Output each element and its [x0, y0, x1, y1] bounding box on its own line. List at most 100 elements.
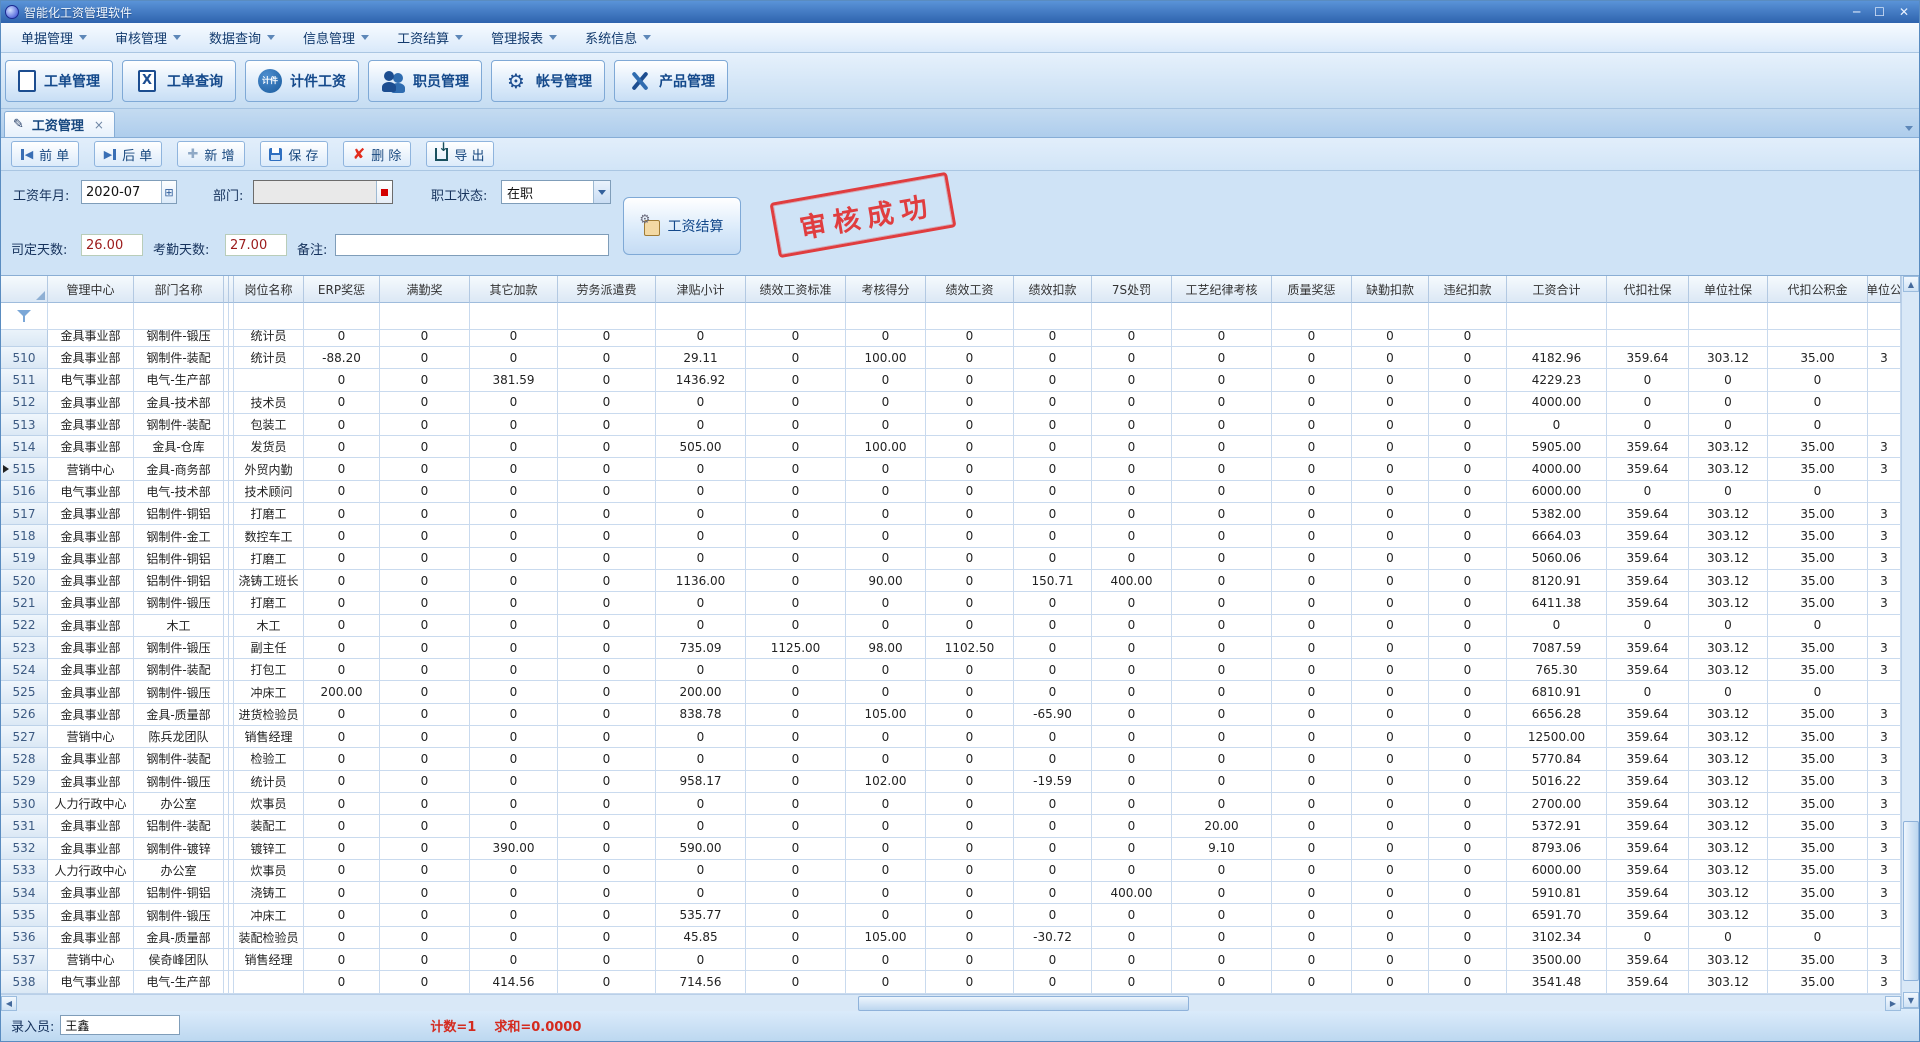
column-header-quality_bonus[interactable]: 质量奖惩: [1272, 276, 1352, 303]
filter-cell-perf_salary_std[interactable]: [746, 303, 846, 330]
department-input[interactable]: [253, 180, 393, 204]
toolbar-button-2[interactable]: 计件计件工资: [245, 60, 359, 102]
select-all-corner-icon[interactable]: [36, 291, 45, 300]
tab-salary-management[interactable]: ✎ 工资管理 ×: [4, 111, 115, 137]
column-header-absence_deduction[interactable]: 缺勤扣款: [1352, 276, 1429, 303]
table-row[interactable]: 537营销中心侯奇峰团队销售经理000000000000003500.00359…: [1, 949, 1901, 971]
vertical-scrollbar[interactable]: ▲ ▼: [1901, 276, 1919, 1008]
filter-cell-full_attendance_bonus[interactable]: [380, 303, 470, 330]
fixed-days-input[interactable]: [81, 234, 143, 256]
action-button-0[interactable]: 前 单: [11, 141, 79, 167]
tab-list-dropdown-icon[interactable]: [1905, 126, 1913, 131]
table-row[interactable]: 516电气事业部电气-技术部技术顾问000000000000006000.000…: [1, 481, 1901, 503]
table-row[interactable]: 534金具事业部铝制件-铜铝浇铸工000000000400.0000005910…: [1, 882, 1901, 904]
salary-settle-button[interactable]: 工资结算: [623, 197, 741, 255]
table-row[interactable]: 525金具事业部钢制件-锻压冲床工200.00000200.0000000000…: [1, 681, 1901, 703]
combo-dropdown-icon[interactable]: [593, 181, 610, 203]
toolbar-button-5[interactable]: 产品管理: [614, 60, 728, 102]
menu-item-6[interactable]: 系统信息: [575, 24, 661, 51]
column-header-assess_score[interactable]: 考核得分: [846, 276, 926, 303]
tab-close-icon[interactable]: ×: [92, 118, 106, 132]
scroll-left-icon[interactable]: ◀: [1, 996, 17, 1011]
table-row[interactable]: 520金具事业部铝制件-铜铝浇铸工班长00001136.00090.000150…: [1, 570, 1901, 592]
row-number-cell[interactable]: 524: [1, 659, 48, 681]
minimize-button[interactable]: ─: [1853, 1, 1860, 23]
row-number-cell[interactable]: 519: [1, 548, 48, 570]
row-number-cell[interactable]: 537: [1, 949, 48, 971]
row-number-cell[interactable]: [1, 330, 48, 347]
menu-item-3[interactable]: 信息管理: [293, 24, 379, 51]
column-header-rownum[interactable]: [1, 276, 48, 303]
table-row[interactable]: 515营销中心金具-商务部外贸内勤000000000000004000.0035…: [1, 458, 1901, 480]
scroll-down-icon[interactable]: ▼: [1903, 992, 1919, 1008]
table-row[interactable]: 531金具事业部铝制件-装配装配工000000000020.000005372.…: [1, 815, 1901, 837]
filter-cell-dept_name[interactable]: [134, 303, 224, 330]
table-row[interactable]: 518金具事业部钢制件-金工数控车工000000000000006664.033…: [1, 525, 1901, 547]
filter-cell-assess_score[interactable]: [846, 303, 926, 330]
row-number-cell[interactable]: 533: [1, 860, 48, 882]
toolbar-button-0[interactable]: 工单管理: [5, 60, 113, 102]
filter-cell-violation_deduction[interactable]: [1429, 303, 1507, 330]
column-header-allowance_subtotal[interactable]: 津贴小计: [656, 276, 746, 303]
column-header-s7_penalty[interactable]: 7S处罚: [1092, 276, 1172, 303]
filter-row-header-cell[interactable]: [1, 303, 48, 330]
remark-value[interactable]: [336, 235, 608, 255]
row-number-cell[interactable]: 526: [1, 704, 48, 726]
row-number-cell[interactable]: 513: [1, 414, 48, 436]
salary-month-input[interactable]: ⊞: [81, 180, 177, 204]
table-row[interactable]: 512金具事业部金具-技术部技术员000000000000004000.0000…: [1, 392, 1901, 414]
vertical-scroll-thumb[interactable]: [1903, 821, 1919, 981]
filter-cell-other_addition[interactable]: [470, 303, 558, 330]
row-number-cell[interactable]: 538: [1, 971, 48, 993]
menu-item-2[interactable]: 数据查询: [199, 24, 285, 51]
salary-month-value[interactable]: [82, 181, 161, 203]
row-number-cell[interactable]: 522: [1, 615, 48, 637]
row-number-cell[interactable]: 517: [1, 503, 48, 525]
row-number-cell[interactable]: 514: [1, 436, 48, 458]
row-number-cell[interactable]: 525: [1, 681, 48, 703]
filter-cell-craft_discipline_assess[interactable]: [1172, 303, 1272, 330]
employee-status-combobox[interactable]: 在职: [501, 180, 611, 204]
close-button[interactable]: ✕: [1899, 1, 1909, 23]
partial-table-row[interactable]: 金具事业部钢制件-锻压统计员00000000000000: [1, 330, 1901, 347]
column-header-fund_withheld[interactable]: 代扣公积金: [1768, 276, 1868, 303]
table-row[interactable]: 535金具事业部钢制件-锻压冲床工0000535.770000000006591…: [1, 904, 1901, 926]
table-row[interactable]: 523金具事业部钢制件-锻压副主任0000735.091125.0098.001…: [1, 637, 1901, 659]
row-number-cell[interactable]: 520: [1, 570, 48, 592]
column-header-fund_unit_partial[interactable]: 单位公: [1868, 276, 1901, 303]
action-button-1[interactable]: 后 单: [94, 141, 162, 167]
column-header-other_addition[interactable]: 其它加款: [470, 276, 558, 303]
row-number-cell[interactable]: 516: [1, 481, 48, 503]
row-number-cell[interactable]: 523: [1, 637, 48, 659]
column-header-perf_salary[interactable]: 绩效工资: [926, 276, 1014, 303]
column-header-labor_dispatch_fee[interactable]: 劳务派遣费: [558, 276, 656, 303]
menu-item-5[interactable]: 管理报表: [481, 24, 567, 51]
table-row[interactable]: 533人力行政中心办公室炊事员000000000000006000.00359.…: [1, 860, 1901, 882]
filter-cell-labor_dispatch_fee[interactable]: [558, 303, 656, 330]
attendance-days-input[interactable]: [225, 234, 287, 256]
column-header-dept_name[interactable]: 部门名称: [134, 276, 224, 303]
column-header-mgmt_center[interactable]: 管理中心: [48, 276, 134, 303]
filter-funnel-icon[interactable]: [17, 310, 31, 322]
table-row[interactable]: 536金具事业部金具-质量部装配检验员000045.850105.000-30.…: [1, 927, 1901, 949]
column-header-violation_deduction[interactable]: 违纪扣款: [1429, 276, 1507, 303]
row-number-cell[interactable]: 532: [1, 838, 48, 860]
scroll-right-icon[interactable]: ▶: [1885, 996, 1901, 1011]
table-row[interactable]: 519金具事业部铝制件-铜铝打磨工000000000000005060.0635…: [1, 548, 1901, 570]
scroll-up-icon[interactable]: ▲: [1903, 276, 1919, 292]
filter-cell-s7_penalty[interactable]: [1092, 303, 1172, 330]
filter-cell-post_name[interactable]: [234, 303, 304, 330]
column-header-full_attendance_bonus[interactable]: 满勤奖: [380, 276, 470, 303]
row-number-cell[interactable]: 530: [1, 793, 48, 815]
column-header-social_unit[interactable]: 单位社保: [1689, 276, 1768, 303]
calendar-dropdown-icon[interactable]: ⊞: [161, 181, 176, 203]
filter-cell-social_unit[interactable]: [1689, 303, 1768, 330]
row-number-cell[interactable]: 511: [1, 369, 48, 391]
action-button-2[interactable]: 新 增: [177, 141, 245, 167]
toolbar-button-3[interactable]: 职员管理: [368, 60, 482, 102]
column-header-craft_discipline_assess[interactable]: 工艺纪律考核: [1172, 276, 1272, 303]
row-number-cell[interactable]: 531: [1, 815, 48, 837]
action-button-3[interactable]: 保 存: [260, 141, 328, 167]
horizontal-scroll-thumb[interactable]: [858, 996, 1189, 1011]
filter-cell-allowance_subtotal[interactable]: [656, 303, 746, 330]
